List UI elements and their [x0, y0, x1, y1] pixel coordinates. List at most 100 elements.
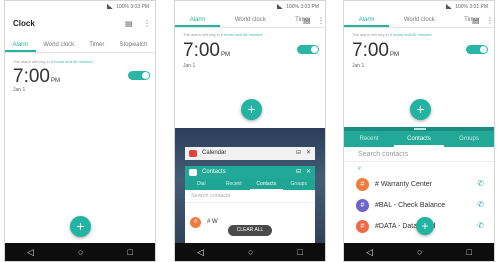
avatar: # — [356, 178, 369, 191]
alarm-toggle[interactable] — [128, 71, 150, 80]
alarm-time[interactable]: 7:00PM — [13, 67, 60, 86]
card-title: Calendar — [202, 150, 227, 156]
alarm-note-link: 9 hours and 56 minutes — [50, 59, 93, 64]
back-icon[interactable]: ◁ — [27, 247, 34, 258]
status-bar: 100% 3:03 PM — [175, 1, 325, 12]
clock-tabs: Alarm World clock Timer Stopwatch — [5, 39, 155, 53]
add-alarm-button[interactable]: + — [410, 99, 431, 120]
home-icon[interactable]: ○ — [417, 247, 422, 257]
signal-icon — [107, 4, 114, 10]
phone-icon[interactable]: ✆ — [477, 221, 484, 230]
alarm-toggle[interactable] — [466, 45, 488, 54]
tab-groups[interactable]: Groups — [444, 131, 494, 147]
avatar: # — [356, 220, 369, 233]
status-text: 100% 3:03 PM — [116, 4, 149, 10]
alarm-note-text: The alarm will ring in — [352, 32, 390, 37]
alarm-note-text: The alarm will ring in — [183, 32, 221, 37]
search-input[interactable]: Search contacts — [185, 190, 315, 203]
home-icon[interactable]: ○ — [78, 247, 83, 257]
tab-recent[interactable]: Recent — [218, 179, 251, 190]
toggle-knob — [480, 46, 487, 53]
tab-stopwatch[interactable]: Stopwatch — [112, 39, 155, 52]
list-item[interactable]: # # Warranty Center ✆ — [344, 174, 494, 195]
status-text: 100% 3:01 PM — [455, 4, 488, 10]
tab-groups[interactable]: Groups — [283, 179, 316, 190]
recents-icon[interactable]: □ — [467, 247, 472, 257]
list-item[interactable]: # #BAL - Check Balance ✆ — [344, 195, 494, 216]
back-icon[interactable]: ◁ — [197, 247, 204, 258]
avatar: # — [356, 199, 369, 212]
calendar-icon[interactable]: ▤ — [303, 17, 311, 25]
alarm-time[interactable]: 7:00PM — [352, 41, 399, 60]
alarm-note: The alarm will ring in 9 hours and 56 mi… — [13, 59, 93, 64]
contact-name: # Warranty Center — [375, 181, 432, 188]
tab-world-clock[interactable]: World clock — [220, 14, 280, 27]
tab-contacts[interactable]: Contacts — [394, 131, 444, 147]
tab-alarm[interactable]: Alarm — [5, 39, 36, 52]
recents-icon[interactable]: □ — [298, 247, 303, 257]
add-contact-button[interactable]: + — [416, 217, 434, 235]
alarm-time-value: 7:00 — [13, 66, 50, 87]
status-bar: 100% 3:03 PM — [5, 1, 155, 12]
home-icon[interactable]: ○ — [248, 247, 253, 257]
nav-bar: ◁ ○ □ — [344, 243, 494, 261]
alarm-time[interactable]: 7:00PM — [183, 41, 230, 60]
contact-name: #BAL - Check Balance — [375, 202, 446, 209]
more-options-icon[interactable]: ⋮ — [486, 17, 494, 25]
search-input[interactable]: Search contacts — [344, 147, 494, 162]
tab-timer[interactable]: Timer — [82, 39, 112, 52]
close-icon[interactable]: ✕ — [306, 147, 311, 160]
alarm-time-value: 7:00 — [183, 40, 220, 61]
contacts-app-icon — [189, 169, 197, 176]
multi-window-icon[interactable]: ⊟ — [296, 166, 301, 179]
add-alarm-button[interactable]: + — [70, 216, 91, 237]
avatar: # — [190, 217, 201, 228]
recent-card-calendar[interactable]: Calendar ⊟ ✕ — [185, 147, 315, 160]
clock-screen-recents: 100% 3:03 PM Alarm World clock Timer ▤ ⋮… — [174, 0, 326, 262]
tab-alarm[interactable]: Alarm — [344, 14, 390, 27]
status-bar: 100% 3:01 PM — [344, 1, 494, 12]
calendar-icon[interactable]: ▤ — [472, 17, 480, 25]
multi-window-icon[interactable]: ⊟ — [296, 147, 301, 160]
alarm-note: The alarm will ring in 9 hours and 56 mi… — [183, 32, 263, 37]
calendar-app-icon — [189, 150, 197, 157]
recent-card-contacts[interactable]: Contacts ⊟ ✕ — [185, 166, 315, 179]
phone-icon[interactable]: ✆ — [477, 200, 484, 209]
phone-icon[interactable]: ✆ — [477, 179, 484, 188]
alarm-toggle[interactable] — [297, 45, 319, 54]
more-options-icon[interactable]: ⋮ — [317, 17, 325, 25]
alarm-note-link: 9 hours and 56 minutes — [220, 32, 263, 37]
tab-dial[interactable]: Dial — [185, 179, 218, 190]
clock-screen-1: 100% 3:03 PM Clock ▤ ⋮ Alarm World clock… — [4, 0, 156, 262]
alarm-ampm: PM — [220, 52, 230, 58]
clock-screen-split: 100% 3:01 PM Alarm World clock Timer ▤ ⋮… — [343, 0, 495, 262]
alarm-note-text: The alarm will ring in — [13, 59, 51, 64]
close-icon[interactable]: ✕ — [306, 166, 311, 179]
alarm-ampm: PM — [389, 52, 399, 58]
contacts-tabs: Dial Recent Contacts Groups — [185, 179, 315, 190]
recents-icon[interactable]: □ — [128, 247, 133, 257]
alarm-note: The alarm will ring in 9 hours and 56 mi… — [352, 32, 432, 37]
nav-bar: ◁ ○ □ — [5, 243, 155, 261]
divider-handle[interactable] — [414, 128, 426, 130]
alarm-date: Jan 1 — [352, 63, 365, 69]
back-icon[interactable]: ◁ — [366, 247, 373, 258]
clear-all-button[interactable]: CLEAR ALL — [228, 225, 272, 236]
tab-contacts[interactable]: Contacts — [250, 179, 283, 190]
signal-icon — [446, 4, 453, 10]
tab-world-clock[interactable]: World clock — [36, 39, 82, 52]
toggle-knob — [311, 46, 318, 53]
tab-recent[interactable]: Recent — [344, 131, 394, 147]
index-header: # — [358, 166, 361, 172]
tab-alarm[interactable]: Alarm — [175, 14, 221, 27]
add-alarm-button[interactable]: + — [241, 99, 262, 120]
alarm-note-link: 9 hours and 56 minutes — [389, 32, 432, 37]
calendar-icon[interactable]: ▤ — [125, 20, 133, 28]
tab-world-clock[interactable]: World clock — [389, 14, 449, 27]
alarm-date: Jan 1 — [183, 63, 196, 69]
more-options-icon[interactable]: ⋮ — [143, 20, 151, 28]
signal-icon — [277, 4, 284, 10]
card-title: Contacts — [202, 169, 226, 175]
toggle-knob — [142, 72, 149, 79]
contact-name: # W — [207, 219, 218, 225]
